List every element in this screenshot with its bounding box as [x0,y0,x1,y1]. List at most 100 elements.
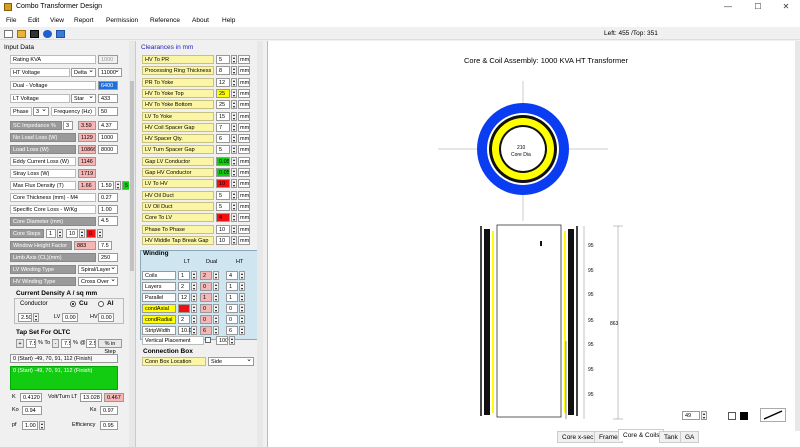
clearance-value-4[interactable]: 25 [216,100,230,110]
tap-in-step-button[interactable]: % in Step [98,339,122,355]
winding-lt-spinner-5[interactable]: ▴ ▾ [191,326,197,335]
core-steps-input[interactable]: 1 [46,229,56,238]
current-density-spinner[interactable]: ▴ ▾ [33,313,39,322]
winding-lt-3[interactable] [178,304,190,313]
pf-input[interactable]: 1.00 [22,421,38,430]
winding-lt-spinner-3[interactable]: ▴ ▾ [191,304,197,313]
winding-ht-4[interactable]: 0 [226,315,238,324]
clearance-spinner-12[interactable]: ▴ ▾ [231,190,237,200]
winding-lt-1[interactable]: 2 [178,282,190,291]
clearance-value-10[interactable]: 0.05 [216,168,230,177]
winding-lt-4[interactable]: 2 [178,315,190,324]
winding-dual-spinner-0[interactable]: ▴ ▾ [213,271,219,280]
mid-panel-scrollbar[interactable] [257,41,263,447]
menu-edit[interactable]: Edit [28,17,39,24]
left-panel-scroll-thumb[interactable] [130,81,134,271]
menu-permission[interactable]: Permission [106,17,138,24]
clearance-value-7[interactable]: 6 [216,134,230,144]
zoom-spinner[interactable]: ▴ ▾ [701,411,707,420]
clearance-value-5[interactable]: 15 [216,111,230,121]
menu-about[interactable]: About [192,17,209,24]
clearance-spinner-13[interactable]: ▴ ▾ [231,201,237,211]
clearance-spinner-10[interactable]: ▴ ▾ [231,168,237,177]
aluminium-radio[interactable] [98,301,104,307]
drawing-canvas[interactable]: Core & Coil Assembly: 1000 KVA HT Transf… [267,41,800,447]
winding-lt-spinner-2[interactable]: ▴ ▾ [191,293,197,302]
winding-dual-2[interactable]: 1 [200,293,212,302]
drawing-scrollbar[interactable] [795,41,800,431]
core-steps-count-spinner[interactable]: ▴ ▾ [79,229,85,238]
winding-ht-2[interactable]: 1 [226,293,238,302]
winding-lt-spinner-0[interactable]: ▴ ▾ [191,271,197,280]
line-style-button[interactable] [760,408,786,422]
clearance-value-3[interactable]: 25 [216,88,230,98]
tap-step-input[interactable]: 2.5 [86,339,96,348]
core-diameter-input[interactable]: 4.5 [98,216,118,226]
winding-lt-2[interactable]: 12 [178,293,190,302]
open-folder-icon[interactable] [17,30,26,38]
sc-impedance-target[interactable]: 4.37 [98,121,118,130]
maximize-button[interactable]: ☐ [748,1,768,13]
tap-plus-button[interactable]: + [16,339,24,348]
core-steps-status-spinner[interactable]: ▴ ▾ [97,229,103,238]
dual-voltage-input[interactable]: 6400 [98,81,118,90]
winding-ht-spinner-2[interactable]: ▴ ▾ [239,293,245,302]
winding-dual-0[interactable]: 2 [200,271,212,280]
core-steps-count[interactable]: 10 [66,229,78,238]
clearance-value-9[interactable]: 0.05 [216,156,230,166]
copper-radio[interactable] [70,301,76,307]
tab-core-xsec[interactable]: Core x-sec [557,431,599,443]
clearance-spinner-3[interactable]: ▴ ▾ [231,88,237,98]
clearance-value-11[interactable]: 10 [216,179,230,189]
clearance-value-13[interactable]: 5 [216,201,230,211]
new-file-icon[interactable] [4,30,13,38]
winding-ht-spinner-5[interactable]: ▴ ▾ [239,326,245,335]
load-loss-target[interactable]: 8000 [98,145,118,154]
menu-file[interactable]: File [6,17,16,24]
winding-ht-1[interactable]: 1 [226,282,238,291]
tap-negative-input[interactable]: 7.5 [61,339,71,348]
tab-ga[interactable]: GA [680,431,700,443]
close-button[interactable]: ✕ [776,1,796,13]
clearance-spinner-11[interactable]: ▴ ▾ [231,179,237,189]
winding-dual-spinner-5[interactable]: ▴ ▾ [213,326,219,335]
winding-ht-spinner-0[interactable]: ▴ ▾ [239,271,245,280]
ks-input[interactable]: 0.97 [100,406,118,415]
frequency-input[interactable]: 50 [98,107,118,116]
clearance-spinner-0[interactable]: ▴ ▾ [231,55,237,64]
k-input[interactable]: 0.4120 [20,393,42,402]
clearance-spinner-6[interactable]: ▴ ▾ [231,122,237,132]
pf-spinner[interactable]: ▴ ▾ [39,421,45,430]
hv-connection-select[interactable]: Delta [71,68,96,77]
winding-dual-spinner-1[interactable]: ▴ ▾ [213,282,219,291]
clearance-value-15[interactable]: 10 [216,224,230,234]
clearance-value-0[interactable]: 5 [216,55,230,64]
winding-lt-5[interactable]: 10.0 [178,326,192,335]
ko-input[interactable]: 0.94 [22,406,42,415]
current-density-input[interactable]: 2.50 [18,313,32,322]
winding-dual-3[interactable]: 0 [200,304,212,313]
vertical-placement-input[interactable]: 100 [216,336,228,345]
winding-ht-3[interactable]: 0 [226,304,238,313]
hv-voltage-select[interactable]: 11000 [98,68,122,77]
clearance-spinner-9[interactable]: ▴ ▾ [231,156,237,166]
winding-dual-spinner-3[interactable]: ▴ ▾ [213,304,219,313]
winding-lt-spinner-1[interactable]: ▴ ▾ [191,282,197,291]
rating-input[interactable]: 1000 [98,55,118,64]
clearance-spinner-15[interactable]: ▴ ▾ [231,224,237,234]
cd-lv-input[interactable]: 0.00 [62,313,78,322]
clearance-spinner-14[interactable]: ▴ ▾ [231,213,237,223]
clearance-spinner-2[interactable]: ▴ ▾ [231,77,237,87]
winding-dual-1[interactable]: 0 [200,282,212,291]
specific-core-loss-input[interactable]: 1.00 [98,205,118,214]
clearance-spinner-8[interactable]: ▴ ▾ [231,145,237,155]
clearance-spinner-16[interactable]: ▴ ▾ [231,235,237,245]
clearance-value-8[interactable]: 5 [216,145,230,155]
hv-winding-type-select[interactable]: Cross Over [78,277,118,286]
limb-axis-input[interactable]: 250 [98,253,118,262]
background-color-black[interactable] [740,412,748,420]
efficiency-input[interactable]: 0.95 [100,421,118,430]
vertical-placement-spinner[interactable]: ▴ ▾ [229,336,235,345]
tap-minus-button[interactable]: - [52,339,59,348]
clearance-value-1[interactable]: 8 [216,66,230,76]
